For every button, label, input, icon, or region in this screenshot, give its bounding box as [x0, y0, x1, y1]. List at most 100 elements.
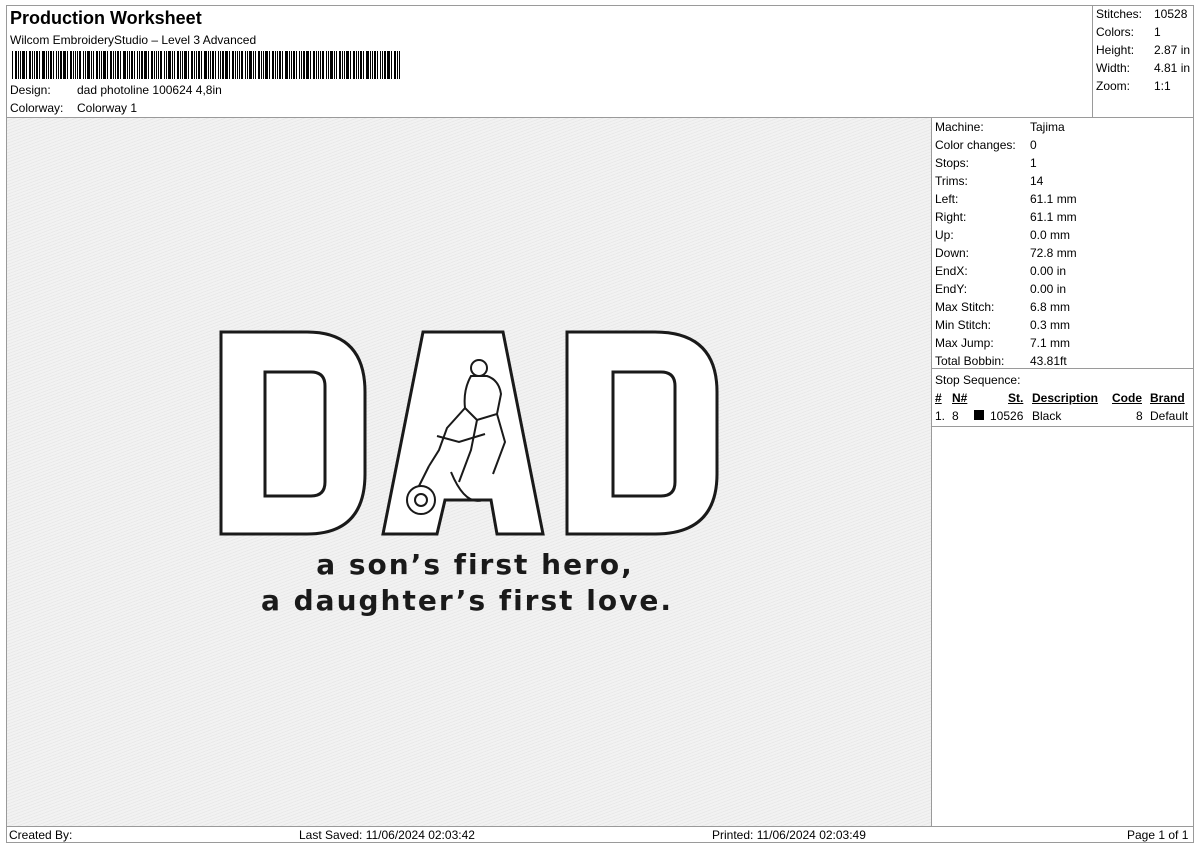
detail-value: 72.8 mm — [1030, 246, 1077, 260]
barcode-bar — [83, 51, 84, 79]
row-description: Black — [1032, 409, 1062, 423]
barcode-bar — [99, 51, 100, 79]
barcode-bar — [56, 51, 57, 79]
summary-row: Colors: 1 — [1096, 25, 1161, 39]
barcode-bar — [265, 51, 268, 79]
detail-label: Max Jump: — [935, 336, 994, 350]
barcode-bar — [275, 51, 276, 79]
barcode-bar — [313, 51, 315, 79]
summary-label: Height: — [1096, 43, 1135, 57]
barcode-bar — [134, 51, 135, 79]
barcode-bar — [215, 51, 216, 79]
barcode-bar — [77, 51, 78, 79]
barcode-bar — [151, 51, 153, 79]
summary-value: 2.87 in — [1154, 43, 1191, 57]
colorway-value: Colorway 1 — [77, 101, 138, 115]
summary-label: Colors: — [1096, 25, 1135, 39]
detail-label: Stops: — [935, 156, 970, 170]
detail-value: 6.8 mm — [1030, 300, 1071, 314]
barcode-bar — [154, 51, 155, 79]
barcode-bar — [172, 51, 173, 79]
barcode-bar — [73, 51, 74, 79]
machine-details: Machine: Tajima Color changes: 0 Stops: 1 T… — [932, 118, 1193, 826]
barcode-bar — [277, 51, 278, 79]
barcode-bar — [363, 51, 364, 79]
barcode-bar — [123, 51, 126, 79]
barcode-bar — [293, 51, 295, 79]
detail-value: 61.1 mm — [1030, 210, 1077, 224]
barcode-bar — [310, 51, 311, 79]
barcode-bar — [346, 51, 349, 79]
stop-sequence-table: Stop Sequence: # N# St. Description Code… — [932, 368, 1193, 427]
barcode-bar — [344, 51, 345, 79]
barcode-bar — [245, 51, 246, 79]
barcode-bar — [225, 51, 228, 79]
barcode-bar — [285, 51, 288, 79]
page-number: Page 1 of 1 — [1127, 828, 1189, 842]
detail-value: 0.00 in — [1030, 264, 1067, 278]
barcode-bar — [255, 51, 256, 79]
barcode-bar — [188, 51, 189, 79]
barcode-bar — [15, 51, 17, 79]
barcode-bar — [328, 51, 329, 79]
column-header-description: Description — [1032, 391, 1099, 405]
barcode-bar — [399, 51, 400, 79]
detail-value: Tajima — [1030, 120, 1065, 134]
barcode-bar — [235, 51, 236, 79]
barcode-bar — [397, 51, 398, 79]
last-saved: Last Saved: 11/06/2024 02:03:42 — [299, 828, 475, 842]
barcode-bar — [103, 51, 106, 79]
summary-value: 4.81 in — [1154, 61, 1191, 75]
printed-date: Printed: 11/06/2024 02:03:49 — [712, 828, 866, 842]
barcode-bar — [350, 51, 351, 79]
barcode-bar — [370, 51, 371, 79]
barcode-bar — [301, 51, 302, 79]
barcode-bar — [303, 51, 305, 79]
detail-label: Trims: — [935, 174, 968, 188]
barcode-bar — [191, 51, 193, 79]
barcode-bar — [222, 51, 224, 79]
row-index: 1. — [935, 409, 946, 423]
barcode-bar — [36, 51, 38, 79]
barcode-bar — [139, 51, 140, 79]
colorway-label: Colorway: — [10, 101, 64, 115]
barcode-bar — [372, 51, 373, 79]
barcode-bar — [249, 51, 252, 79]
barcode-bar — [144, 51, 147, 79]
barcode-bar — [107, 51, 108, 79]
barcode-bar — [201, 51, 202, 79]
barcode-bar — [177, 51, 179, 79]
column-header-index: # — [935, 391, 942, 405]
barcode-bar — [141, 51, 143, 79]
barcode-bar — [366, 51, 369, 79]
summary-panel: Stitches: 10528 Colors: 1 Height: 2.87 in W… — [1093, 6, 1193, 118]
barcode-bar — [164, 51, 165, 79]
detail-label: EndY: — [935, 282, 968, 296]
worksheet: Production Worksheet Wilcom EmbroiderySt… — [6, 5, 1194, 843]
barcode-bar — [137, 51, 138, 79]
worksheet-footer: Created By: Last Saved: 11/06/2024 02:03… — [7, 826, 1193, 842]
page-title: Production Worksheet — [10, 8, 202, 28]
detail-label: Max Stitch: — [935, 300, 995, 314]
letter-d-right-counter — [611, 370, 677, 498]
barcode-bar — [46, 51, 47, 79]
barcode-bar — [232, 51, 234, 79]
summary-value: 10528 — [1154, 7, 1188, 21]
barcode-bar — [131, 51, 133, 79]
detail-value: 0 — [1030, 138, 1037, 152]
detail-row: Machine: Tajima — [935, 120, 1065, 134]
barcode-bar — [85, 51, 86, 79]
barcode-bar — [220, 51, 221, 79]
detail-row: Max Jump: 7.1 mm — [935, 336, 1070, 350]
barcode-bar — [241, 51, 243, 79]
barcode-bar — [269, 51, 270, 79]
barcode-bar — [237, 51, 238, 79]
tagline-line-1: a son’s first hero, — [316, 548, 634, 581]
barcode-bar — [296, 51, 297, 79]
detail-label: Color changes: — [935, 138, 1016, 152]
barcode-bar — [120, 51, 121, 79]
detail-row: Down: 72.8 mm — [935, 246, 1077, 260]
barcode-bar — [210, 51, 211, 79]
detail-label: Left: — [935, 192, 959, 206]
barcode-bar — [384, 51, 386, 79]
